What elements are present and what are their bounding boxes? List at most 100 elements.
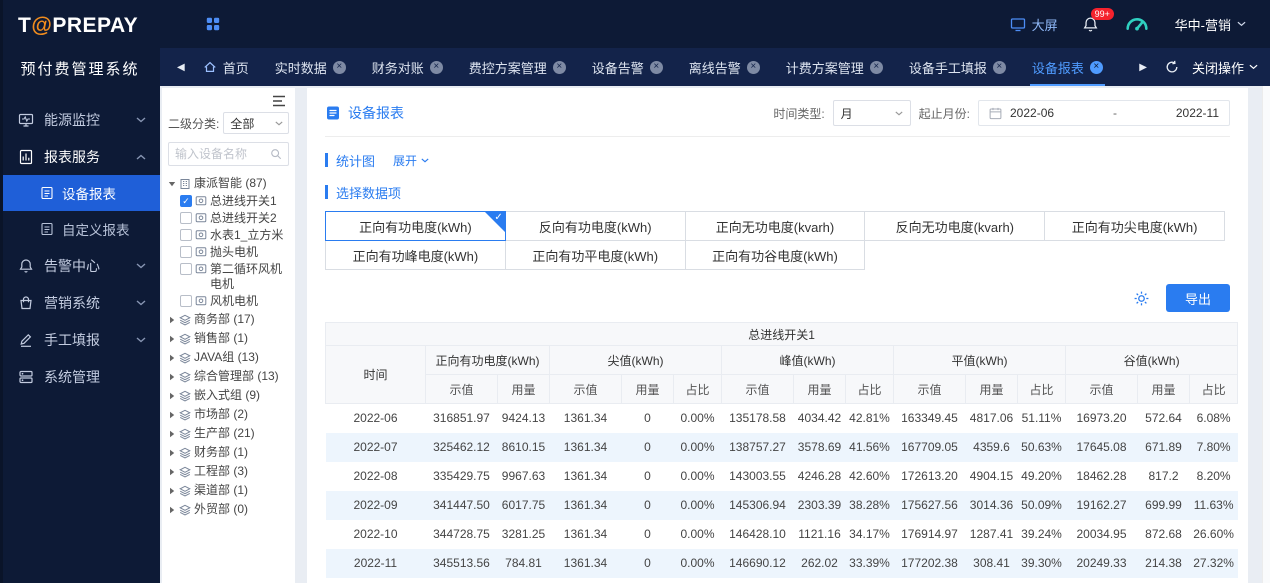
tab-2[interactable]: 财务对账 ×: [359, 48, 456, 86]
tree-node[interactable]: 渠道部 (1): [168, 481, 289, 500]
caret-icon[interactable]: [168, 487, 176, 495]
tab-close-icon[interactable]: ×: [746, 60, 760, 74]
caret-icon[interactable]: [168, 180, 176, 188]
sidebar-item-system[interactable]: 系统管理: [0, 358, 160, 395]
tab-5[interactable]: 离线告警 ×: [676, 48, 773, 86]
tree-node[interactable]: 嵌入式组 (9): [168, 386, 289, 405]
caret-icon[interactable]: [168, 449, 176, 457]
table-cell: 344728.75: [433, 527, 490, 541]
table-cell: 4904.15: [969, 469, 1014, 483]
search-icon[interactable]: [270, 148, 282, 160]
caret-icon[interactable]: [168, 430, 176, 438]
range-start-value: 2022-06: [1010, 106, 1055, 120]
caret-icon[interactable]: [168, 468, 176, 476]
tree-node[interactable]: 商务部 (17): [168, 310, 289, 329]
caret-icon[interactable]: [168, 373, 176, 381]
tab-close-icon[interactable]: ×: [992, 60, 1006, 74]
expand-toggle[interactable]: 展开: [393, 152, 429, 169]
tab-1[interactable]: 实时数据 ×: [262, 48, 359, 86]
checkbox[interactable]: [180, 246, 192, 258]
tree-node[interactable]: 生产部 (21): [168, 424, 289, 443]
apps-grid-icon[interactable]: [206, 17, 220, 31]
tree-device[interactable]: 风机电机: [168, 293, 289, 310]
tab-close-icon[interactable]: ×: [552, 60, 566, 74]
sidebar-subitem-device-report[interactable]: 设备报表: [0, 175, 160, 211]
table-cell: 0.00%: [680, 527, 715, 541]
close-operations-menu[interactable]: 关闭操作: [1192, 58, 1258, 77]
table-cell: 1121.16: [798, 527, 841, 541]
checkbox[interactable]: [180, 229, 192, 241]
sidebar-item-manual[interactable]: 手工填报: [0, 321, 160, 358]
table-cell: 51.11%: [1021, 411, 1062, 426]
caret-icon[interactable]: [168, 354, 176, 362]
data-item-1[interactable]: 反向有功电度(kWh): [504, 211, 686, 241]
caret-icon[interactable]: [168, 392, 176, 400]
scrollbar[interactable]: [1262, 86, 1270, 583]
sidebar-item-energy[interactable]: 能源监控: [0, 101, 160, 138]
tab-3[interactable]: 费控方案管理 ×: [456, 48, 579, 86]
big-screen-button[interactable]: 大屏: [1010, 15, 1058, 34]
checkbox[interactable]: [180, 263, 192, 275]
tabs-scroll-left-icon[interactable]: ◀: [172, 62, 190, 73]
data-item-2[interactable]: 正向无功电度(kvarh): [684, 211, 866, 241]
tab-close-icon[interactable]: ×: [429, 60, 443, 74]
tab-close-icon[interactable]: ×: [869, 60, 883, 74]
checkbox[interactable]: [180, 212, 192, 224]
device-search-input[interactable]: [175, 147, 270, 161]
time-type-select[interactable]: 月: [832, 100, 911, 126]
tree-node[interactable]: 工程部 (3): [168, 462, 289, 481]
logo-text: PREPAY: [52, 14, 139, 37]
table-cell: 34.17%: [849, 527, 890, 541]
sidebar-subitem-custom-report[interactable]: 自定义报表: [0, 211, 160, 247]
tab-6[interactable]: 计费方案管理 ×: [773, 48, 896, 86]
tab-8[interactable]: 设备报表 ×: [1019, 48, 1116, 86]
data-item-label: 正向有功峰电度(kWh): [352, 248, 479, 264]
tab-7[interactable]: 设备手工填报 ×: [896, 48, 1019, 86]
tab-4[interactable]: 设备告警 ×: [579, 48, 676, 86]
data-item-4[interactable]: 正向有功尖电度(kWh): [1044, 211, 1225, 241]
caret-icon[interactable]: [168, 411, 176, 419]
tree-node[interactable]: 外贸部 (0): [168, 500, 289, 519]
tree-device[interactable]: 总进线开关2: [168, 210, 289, 227]
checkbox[interactable]: ✓: [180, 195, 192, 207]
tree-device[interactable]: 水表1_立方米: [168, 227, 289, 244]
table-cell: 0: [644, 498, 651, 512]
category-select[interactable]: 全部: [223, 112, 289, 134]
data-item-7[interactable]: 正向有功谷电度(kWh): [684, 240, 866, 270]
sidebar-item-alarm[interactable]: 告警中心: [0, 247, 160, 284]
tree-node[interactable]: 财务部 (1): [168, 443, 289, 462]
data-item-5[interactable]: 正向有功峰电度(kWh): [325, 240, 506, 270]
caret-icon[interactable]: [168, 316, 176, 324]
tree-device[interactable]: ✓ 总进线开关1: [168, 193, 289, 210]
tree-node[interactable]: 康派智能 (87): [168, 174, 289, 193]
caret-icon[interactable]: [168, 335, 176, 343]
tree-node[interactable]: 综合管理部 (13): [168, 367, 289, 386]
sidebar-item-marketing[interactable]: 营销系统: [0, 284, 160, 321]
checkbox[interactable]: [180, 295, 192, 307]
notifications-button[interactable]: 99+: [1082, 7, 1114, 33]
tab-close-icon[interactable]: ×: [649, 60, 663, 74]
tab-0[interactable]: 首页: [190, 48, 262, 86]
tabs-scroll-right-icon[interactable]: ▶: [1134, 62, 1152, 73]
tree-device[interactable]: 抛头电机: [168, 244, 289, 261]
caret-icon[interactable]: [168, 506, 176, 514]
user-menu[interactable]: 华中-营销: [1175, 15, 1246, 34]
home-icon: [203, 60, 217, 74]
export-button[interactable]: 导出: [1166, 284, 1230, 312]
data-item-3[interactable]: 反向无功电度(kvarh): [864, 211, 1046, 241]
tree-device[interactable]: 第二循环风机电机: [168, 261, 289, 293]
data-item-6[interactable]: 正向有功平电度(kWh): [504, 240, 686, 270]
panel-menu-icon[interactable]: [272, 95, 286, 107]
tree-node[interactable]: 市场部 (2): [168, 405, 289, 424]
gauge-icon[interactable]: [1123, 10, 1151, 38]
tree-node[interactable]: JAVA组 (13): [168, 348, 289, 367]
table-row: 2022-09 341447.50 6017.75 1361.34 0 0.00% 1453…: [325, 490, 1238, 520]
refresh-icon[interactable]: [1165, 60, 1179, 74]
tree-node[interactable]: 销售部 (1): [168, 329, 289, 348]
tab-close-icon[interactable]: ×: [332, 60, 346, 74]
month-range-picker[interactable]: 2022-06 - 2022-11: [978, 100, 1230, 126]
data-item-0[interactable]: 正向有功电度(kWh): [325, 211, 506, 241]
sidebar-item-report[interactable]: 报表服务: [0, 138, 160, 175]
tab-close-icon[interactable]: ×: [1089, 60, 1103, 74]
settings-gear-icon[interactable]: [1133, 290, 1150, 307]
